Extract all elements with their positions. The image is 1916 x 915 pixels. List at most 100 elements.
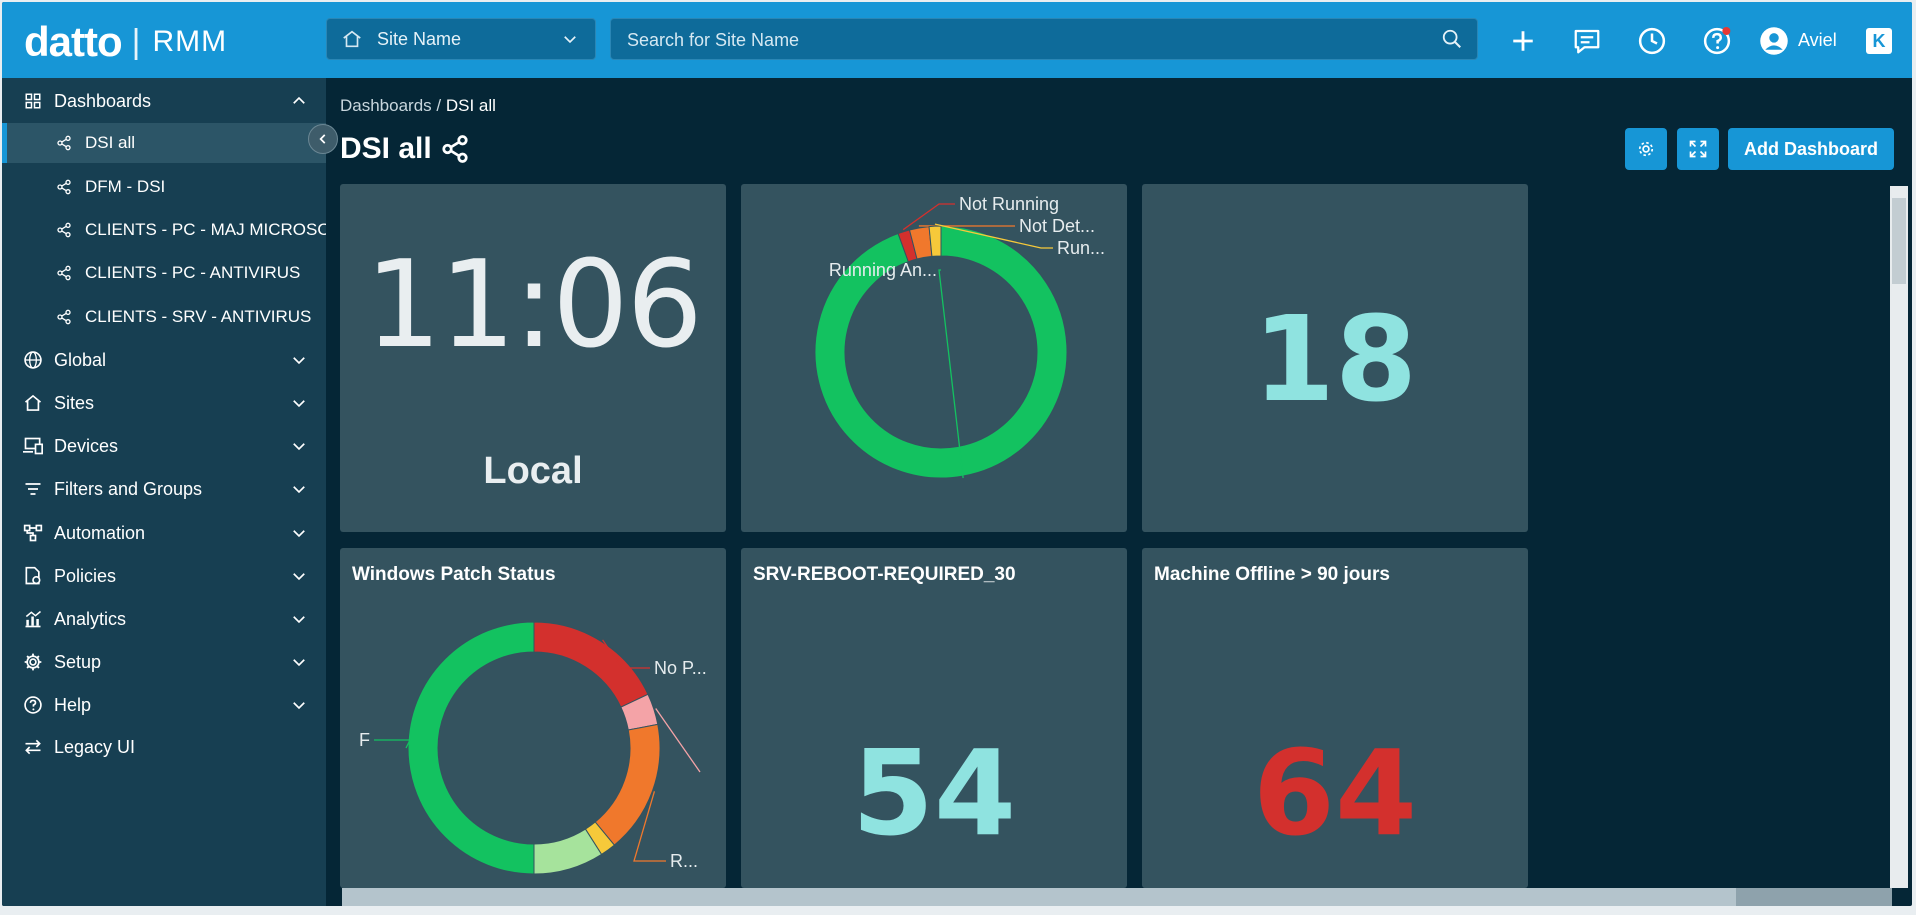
sidebar-item-label: Setup [54, 651, 102, 672]
srv-reboot-required-tile[interactable]: SRV-REBOOT-REQUIRED_30 54 [741, 548, 1127, 888]
slice-label: Run... [1057, 238, 1105, 258]
chevron-down-icon [293, 702, 305, 710]
slice-leader-line [374, 739, 412, 749]
sidebar-item-global[interactable]: Global [2, 340, 326, 380]
home-icon [22, 392, 44, 414]
dashboard-link-dfm-dsi[interactable]: DFM - DSI [2, 167, 326, 207]
share-icon [57, 265, 71, 281]
sidebar-item-label: Analytics [54, 608, 127, 629]
share-icon [57, 222, 71, 238]
chevron-down-icon [293, 616, 305, 624]
slice-label: No P... [654, 658, 707, 678]
site-selector[interactable]: Site Name [326, 18, 596, 60]
globe-icon [22, 349, 44, 371]
clock-tile[interactable]: 11:06 Local [340, 184, 726, 532]
machine-offline-tile[interactable]: Machine Offline > 90 jours 64 [1142, 548, 1528, 888]
sidebar-item-setup[interactable]: Setup [2, 642, 326, 682]
scrollbar-thumb[interactable] [1736, 888, 1892, 906]
share-icon [57, 135, 71, 151]
logo-separator: | [131, 22, 141, 61]
antivirus-donut-chart: Running An... Not RunningNot Det...Run... [814, 194, 1105, 479]
sidebar-item-label: Sites [54, 392, 95, 413]
donut-slice[interactable] [533, 621, 649, 708]
sidebar-item-sites[interactable]: Sites [2, 383, 326, 423]
home-icon [343, 30, 361, 48]
page-title-text: DSI all [340, 132, 432, 165]
product-name: RMM [152, 25, 228, 58]
sidebar-item-label: Legacy UI [54, 736, 136, 757]
dashboard-link-clients-pc-antivirus[interactable]: CLIENTS - PC - ANTIVIRUS [2, 253, 326, 293]
breadcrumb-dashboards-link[interactable]: Dashboards [340, 96, 432, 115]
scrollbar-thumb[interactable] [1892, 198, 1906, 284]
reboot-required-count: 54 [851, 724, 1017, 862]
dashboard-settings-button[interactable] [1625, 128, 1667, 170]
horizontal-scrollbar[interactable] [342, 888, 1892, 906]
share-icon[interactable] [440, 134, 470, 164]
filter-icon [22, 478, 44, 500]
gear-icon [22, 651, 44, 673]
tile-title: Windows Patch Status [352, 564, 556, 585]
slice-label: Not Det... [1019, 216, 1095, 236]
search-input[interactable] [625, 19, 1429, 61]
chevron-down-icon [564, 36, 576, 44]
slice-label: F [359, 730, 370, 750]
clock-timezone: Local [483, 450, 583, 492]
sidebar-item-label: Policies [54, 565, 117, 586]
breadcrumb-current: DSI all [445, 96, 496, 115]
swap-arrows-icon [22, 736, 44, 758]
sidebar-item-automation[interactable]: Automation [2, 513, 326, 553]
chat-icon[interactable] [1570, 24, 1604, 58]
user-name[interactable]: Aviel [1798, 30, 1837, 51]
dashboard-link-label: CLIENTS - PC - MAJ MICROSOFT [85, 220, 326, 239]
dashboard-grid-icon [22, 90, 44, 112]
sidebar-item-analytics[interactable]: Analytics [2, 599, 326, 639]
dashboard-link-clients-srv-antivirus[interactable]: CLIENTS - SRV - ANTIVIRUS [2, 297, 326, 337]
sidebar-item-label: Filters and Groups [54, 478, 203, 499]
sidebar-item-label: Devices [54, 435, 119, 456]
chevron-down-icon [293, 357, 305, 365]
dashboard-link-clients-pc-maj[interactable]: CLIENTS - PC - MAJ MICROSOFT [2, 210, 326, 250]
slice-label: Not Running [959, 194, 1059, 214]
sidebar: Dashboards DSI all DFM - DSI CLIENTS - P… [2, 78, 326, 906]
clock-time: 11:06 [365, 236, 703, 375]
help-notification-icon[interactable] [1700, 24, 1734, 58]
sidebar-item-filters-groups[interactable]: Filters and Groups [2, 469, 326, 509]
sidebar-item-label: Global [54, 349, 107, 370]
sidebar-collapse-button[interactable] [308, 124, 338, 154]
windows-patch-status-tile[interactable]: Windows Patch Status No P... R... F [340, 548, 726, 888]
add-dashboard-button[interactable]: Add Dashboard [1728, 128, 1894, 170]
dashboard-link-dsi-all[interactable]: DSI all [2, 123, 326, 163]
chevron-down-icon [293, 486, 305, 494]
chevron-up-icon [293, 96, 305, 104]
sidebar-item-policies[interactable]: Policies [2, 556, 326, 596]
sidebar-item-legacy-ui[interactable]: Legacy UI [2, 727, 326, 767]
sidebar-item-dashboards[interactable]: Dashboards [2, 81, 326, 121]
breadcrumb-separator: / [431, 96, 446, 115]
antivirus-status-tile[interactable]: Running An... Not Running Not Det... Run... [741, 184, 1127, 532]
vertical-scrollbar[interactable] [1890, 186, 1908, 888]
search-icon[interactable] [1441, 28, 1463, 50]
expand-icon [1689, 140, 1707, 158]
chevron-down-icon [293, 443, 305, 451]
tile-title: Machine Offline > 90 jours [1154, 564, 1390, 585]
sidebar-item-devices[interactable]: Devices [2, 426, 326, 466]
add-icon[interactable] [1506, 24, 1540, 58]
count-tile[interactable]: 18 [1142, 184, 1528, 532]
clock-icon[interactable] [1635, 24, 1669, 58]
policy-document-icon [22, 565, 44, 587]
offline-machine-count: 64 [1252, 724, 1418, 862]
donut-slice[interactable] [594, 723, 661, 846]
user-avatar-icon[interactable] [1757, 24, 1791, 58]
sidebar-item-label: Help [54, 694, 92, 715]
chevron-down-icon [293, 530, 305, 538]
kaseya-app-icon[interactable]: K [1866, 28, 1892, 54]
count-value: 18 [1252, 290, 1418, 428]
patch-status-donut-chart: No P... R... F [359, 621, 707, 875]
sidebar-item-label: Dashboards [54, 90, 152, 111]
fullscreen-button[interactable] [1677, 128, 1719, 170]
datto-rmm-logo[interactable]: datto | RMM [24, 18, 227, 66]
sidebar-item-help[interactable]: Help [2, 685, 326, 725]
slice-label: R... [670, 851, 698, 871]
dashboard-link-label: DFM - DSI [85, 177, 166, 196]
donut-slice[interactable] [407, 621, 535, 875]
